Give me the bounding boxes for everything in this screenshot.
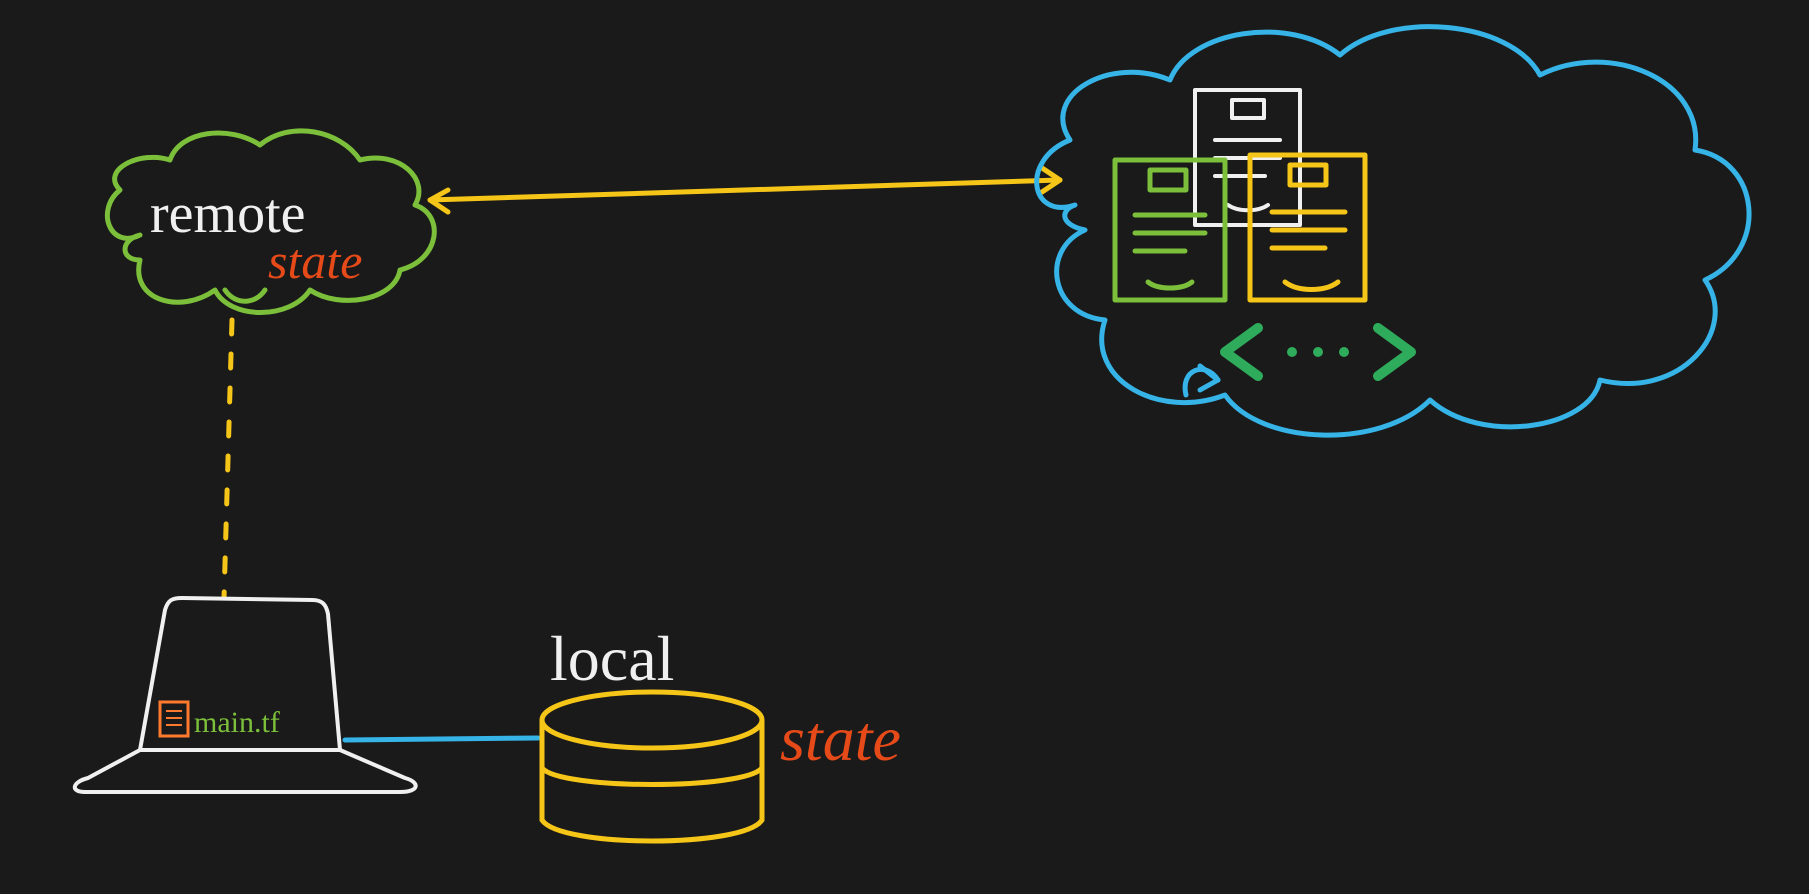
connector-laptop-to-local [345, 738, 538, 740]
connector-remote-to-cloud [430, 168, 1060, 212]
code-symbol-icon [1225, 328, 1411, 376]
laptop-icon: main.tf [75, 598, 416, 792]
connector-remote-to-laptop [224, 320, 232, 598]
local-state-db-icon [542, 692, 762, 841]
remote-cloud-sublabel: state [268, 233, 362, 289]
local-db-sublabel: state [780, 703, 901, 774]
document-green-icon [1115, 160, 1225, 300]
file-icon [160, 702, 188, 736]
document-yellow-icon [1250, 155, 1365, 300]
local-db-label: local [550, 623, 674, 694]
laptop-file-label: main.tf [194, 706, 280, 739]
